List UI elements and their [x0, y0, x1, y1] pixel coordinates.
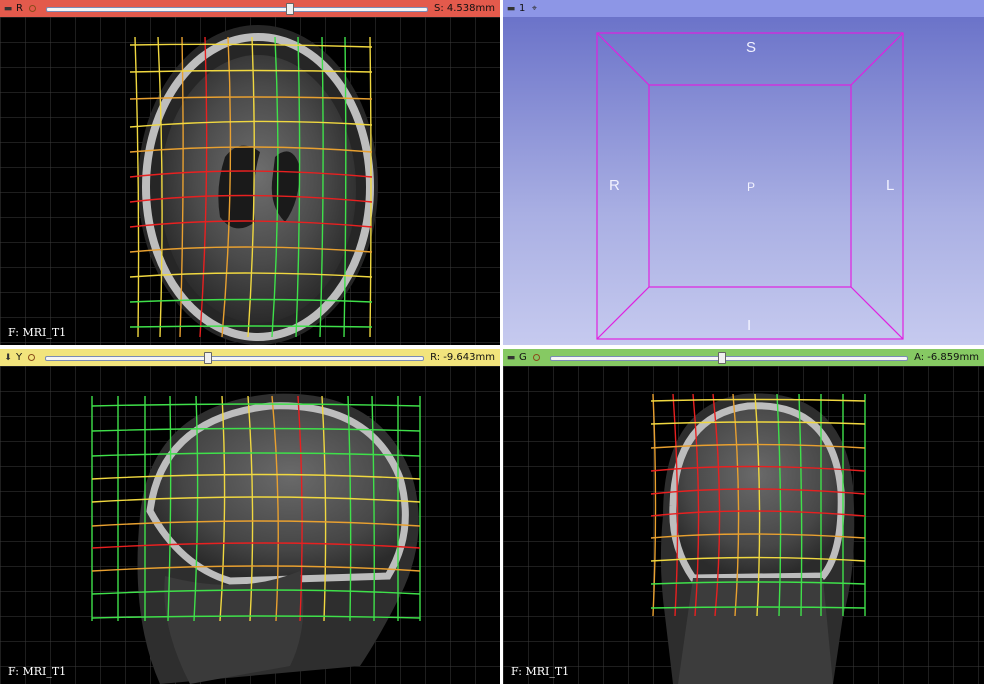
yellow-foreground-label: F: MRI_T1	[8, 665, 67, 678]
yellow-slice-controller: ⬇ Y R: -9.643mm	[0, 349, 500, 366]
orientation-left: L	[886, 177, 895, 194]
threed-view[interactable]: ▬ 1 ⌖ S I R L P	[503, 0, 984, 345]
link-icon[interactable]	[27, 3, 38, 14]
pin-icon[interactable]: ▬	[3, 4, 13, 14]
red-view-label: R	[16, 3, 23, 14]
red-slice-view[interactable]: ▬ R S: 4.538mm F: MRI_T1	[0, 0, 500, 345]
green-slice-canvas[interactable]: F: MRI_T1	[503, 366, 984, 684]
yellow-view-label: Y	[16, 352, 23, 363]
threed-view-label: 1	[519, 3, 526, 14]
yellow-slice-offset: R: -9.643mm	[430, 352, 495, 363]
red-offset-slider[interactable]	[45, 3, 428, 15]
green-slice-offset: A: -6.859mm	[914, 352, 979, 363]
yellow-slice-canvas[interactable]: F: MRI_T1	[0, 366, 500, 684]
yellow-offset-slider[interactable]	[45, 352, 425, 364]
threed-canvas[interactable]: S I R L P	[503, 17, 984, 345]
green-foreground-label: F: MRI_T1	[511, 665, 570, 678]
yellow-slice-view[interactable]: ⬇ Y R: -9.643mm F: MRI_T1	[0, 349, 500, 684]
orientation-inferior: I	[747, 317, 752, 334]
red-slice-controller: ▬ R S: 4.538mm	[0, 0, 500, 17]
red-foreground-label: F: MRI_T1	[8, 326, 67, 339]
orientation-posterior: P	[747, 180, 756, 194]
threed-controller: ▬ 1 ⌖	[503, 0, 984, 17]
green-view-label: G	[519, 352, 527, 363]
crosshair-icon[interactable]: ⌖	[529, 4, 539, 14]
yellow-slider-handle[interactable]	[204, 352, 213, 364]
orientation-right: R	[609, 177, 620, 194]
green-slice-controller: ▬ G A: -6.859mm	[503, 349, 984, 366]
red-slice-offset: S: 4.538mm	[433, 3, 495, 14]
pin-icon[interactable]: ▬	[506, 4, 516, 14]
red-slider-handle[interactable]	[286, 3, 295, 15]
link-icon[interactable]	[26, 352, 37, 363]
link-icon[interactable]	[531, 352, 542, 363]
green-offset-slider[interactable]	[549, 352, 909, 364]
orientation-superior: S	[746, 39, 757, 56]
pin-icon[interactable]: ⬇	[3, 353, 13, 363]
red-slice-canvas[interactable]: F: MRI_T1	[0, 17, 500, 345]
pin-icon[interactable]: ▬	[506, 353, 516, 363]
green-slider-handle[interactable]	[717, 352, 726, 364]
slicer-layout: ▬ R S: 4.538mm F: MRI_T1 ▬ 1 ⌖ S I R L P…	[0, 0, 984, 684]
green-slice-view[interactable]: ▬ G A: -6.859mm F: MRI_T1	[503, 349, 984, 684]
